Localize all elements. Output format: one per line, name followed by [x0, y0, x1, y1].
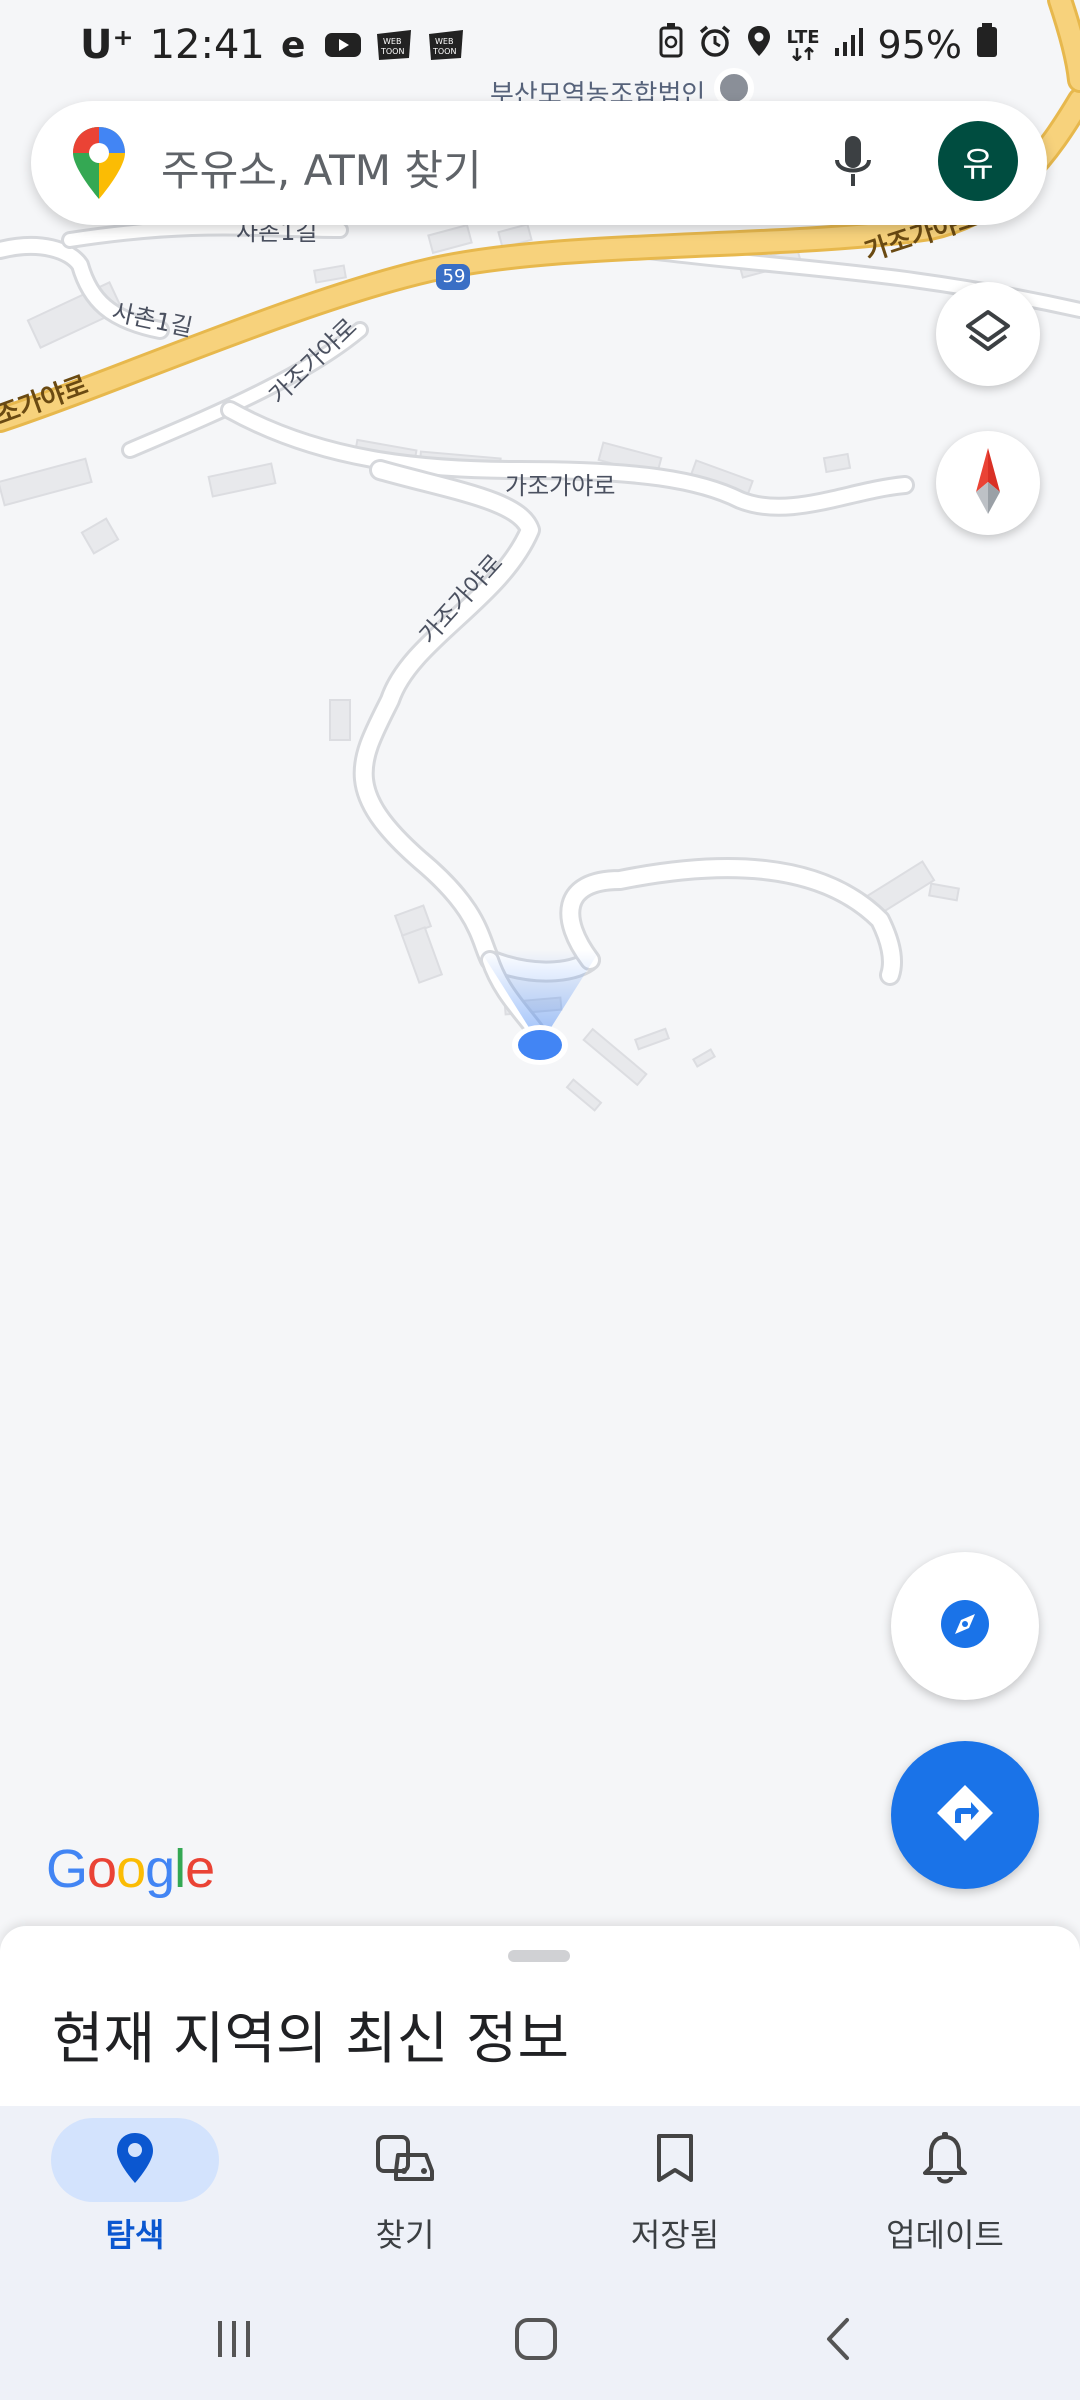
- nav-icon-slot: [591, 2118, 759, 2202]
- compass-button[interactable]: [936, 431, 1040, 535]
- bell-icon: [923, 2131, 967, 2189]
- svg-text:TOON: TOON: [432, 47, 456, 56]
- bottom-sheet[interactable]: 현재 지역의 최신 정보: [0, 1926, 1080, 2106]
- sheet-drag-handle[interactable]: [508, 1950, 570, 1962]
- google-logo-e: e: [185, 1839, 215, 1899]
- nav-item-go[interactable]: 찾기: [270, 2106, 540, 2286]
- search-bar[interactable]: 주유소, ATM 찾기 유: [31, 101, 1047, 225]
- bookmark-icon: [655, 2132, 695, 2188]
- webtoon-icon: WEB TOON: [427, 28, 465, 62]
- commute-icon: [376, 2133, 434, 2187]
- nav-label-go: 찾기: [375, 2216, 435, 2254]
- carrier-label: U⁺: [80, 22, 134, 68]
- layers-button[interactable]: [936, 282, 1040, 386]
- recent-apps-button[interactable]: [184, 2306, 284, 2376]
- svg-text:WEB: WEB: [383, 37, 401, 46]
- my-location-button[interactable]: [891, 1552, 1039, 1700]
- recent-apps-icon: [212, 2317, 256, 2365]
- back-button[interactable]: [788, 2306, 888, 2376]
- account-avatar[interactable]: 유: [938, 121, 1018, 201]
- youtube-icon: [324, 31, 361, 59]
- google-maps-logo-icon: [71, 125, 127, 205]
- route-number-59: 59: [442, 266, 466, 287]
- nav-label-updates: 업데이트: [886, 2216, 1004, 2254]
- lte-icon: LTE: [786, 26, 820, 61]
- nav-item-updates[interactable]: 업데이트: [810, 2106, 1080, 2286]
- signal-icon: [834, 23, 864, 67]
- road-label-gajo-b: 가조가야로: [505, 472, 616, 500]
- back-icon: [823, 2316, 853, 2366]
- system-navigation-bar: [0, 2286, 1080, 2400]
- nav-item-explore[interactable]: 탐색: [0, 2106, 270, 2286]
- clock: 12:41: [149, 22, 265, 68]
- lte-label: LTE: [786, 26, 820, 48]
- google-logo: Google: [46, 1838, 215, 1900]
- microphone-icon[interactable]: [823, 129, 883, 199]
- svg-text:TOON: TOON: [380, 47, 404, 56]
- google-logo-g: G: [46, 1839, 88, 1899]
- nav-icon-slot: [861, 2118, 1029, 2202]
- google-logo-g2: g: [145, 1839, 175, 1899]
- nav-item-saved[interactable]: 저장됨: [540, 2106, 810, 2286]
- nav-label-explore: 탐색: [105, 2216, 165, 2254]
- google-logo-o2: o: [116, 1839, 146, 1899]
- google-logo-l: l: [174, 1839, 186, 1899]
- nav-icon-slot: [321, 2118, 489, 2202]
- layers-icon: [962, 306, 1014, 362]
- nav-label-saved: 저장됨: [630, 2216, 720, 2254]
- alarm-icon: [698, 23, 732, 67]
- sheet-title: 현재 지역의 최신 정보: [52, 2007, 570, 2072]
- directions-icon: [933, 1781, 997, 1849]
- svg-text:WEB: WEB: [435, 37, 453, 46]
- status-bar: U⁺ 12:41 e WEB TOON WEB TOON LTE 95%: [0, 0, 1080, 100]
- directions-button[interactable]: [891, 1741, 1039, 1889]
- explore-pin-icon: [115, 2131, 155, 2189]
- e-app-icon: e: [279, 27, 311, 63]
- battery-percent: 95%: [877, 22, 962, 67]
- nav-active-pill: [51, 2118, 219, 2202]
- compass-icon: [968, 446, 1008, 520]
- bottom-navigation: 탐색 찾기 저장됨 업데이트: [0, 2106, 1080, 2286]
- svg-text:e: e: [281, 27, 305, 63]
- battery-icon: [976, 22, 998, 67]
- home-icon: [513, 2316, 559, 2366]
- google-logo-o1: o: [87, 1839, 117, 1899]
- home-button[interactable]: [486, 2306, 586, 2376]
- location-arrow-icon: [937, 1596, 993, 1656]
- webtoon-icon: WEB TOON: [375, 28, 413, 62]
- location-icon: [746, 23, 772, 67]
- battery-saver-icon: [658, 22, 684, 67]
- search-input[interactable]: 주유소, ATM 찾기: [161, 137, 482, 198]
